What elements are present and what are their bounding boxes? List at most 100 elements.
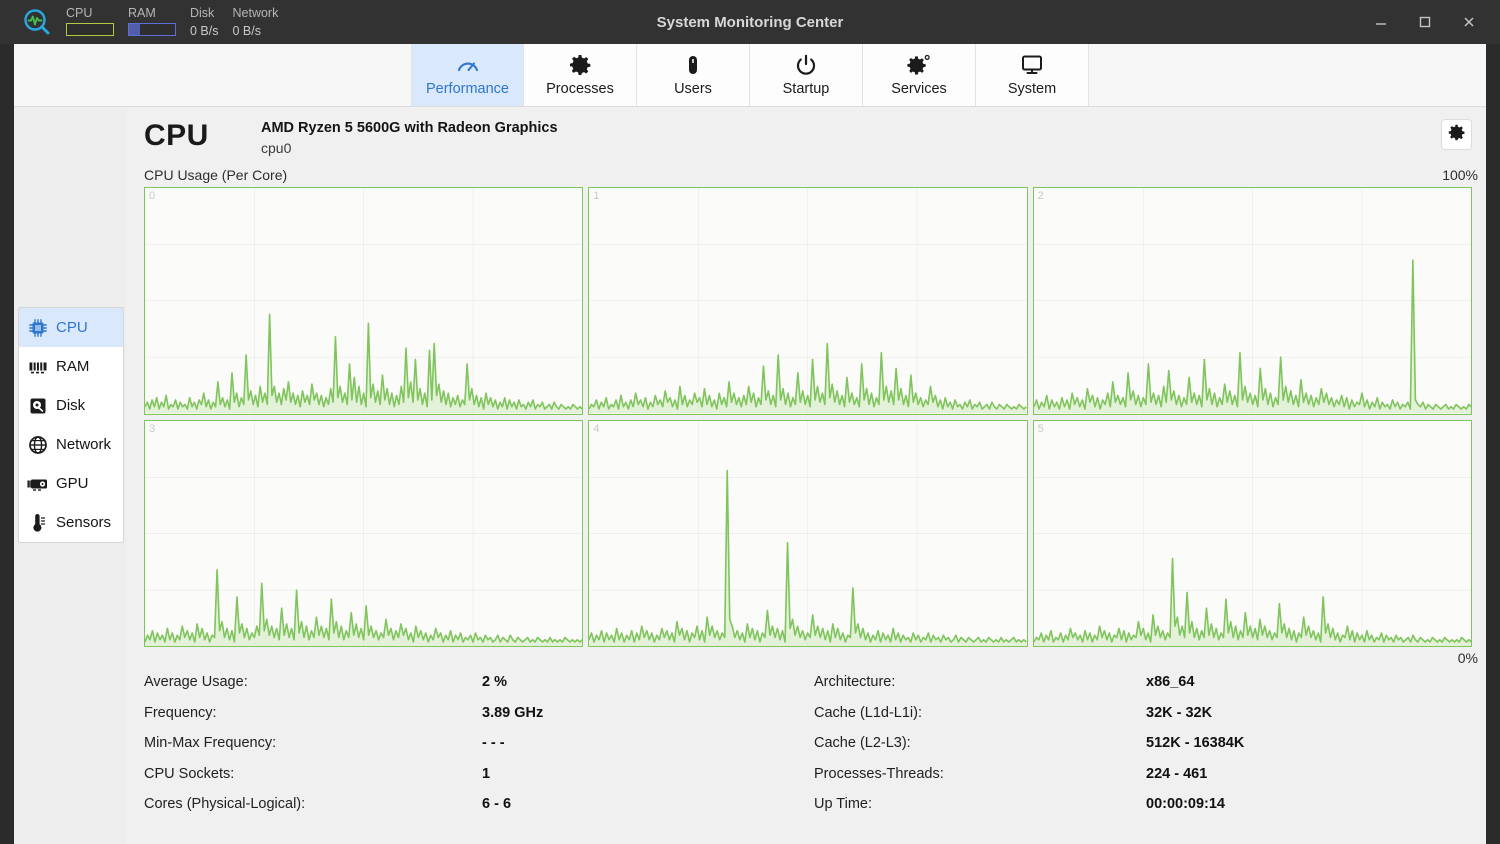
core-usage-plot bbox=[589, 188, 1026, 414]
core-usage-plot bbox=[589, 421, 1026, 647]
stat-key: Frequency: bbox=[144, 705, 482, 721]
sidebar-item-disk[interactable]: Disk bbox=[19, 386, 123, 425]
core-chart-2: 2 bbox=[1033, 187, 1472, 415]
stat-key: Processes-Threads: bbox=[814, 766, 1146, 782]
mouse-icon bbox=[682, 54, 704, 77]
core-usage-plot bbox=[1034, 421, 1471, 647]
sidebar-item-ram-label: RAM bbox=[56, 358, 89, 375]
mini-stat-ram-bar bbox=[128, 23, 176, 36]
core-index-label: 4 bbox=[593, 423, 599, 435]
sidebar-item-gpu-label: GPU bbox=[56, 475, 89, 492]
mini-stat-disk-value: 0 B/s bbox=[190, 24, 219, 39]
gear-icon bbox=[1448, 124, 1465, 146]
main-area: CPU RAM bbox=[14, 107, 1486, 844]
globe-icon bbox=[27, 434, 49, 456]
thermometer-icon bbox=[27, 512, 49, 534]
stat-row: Average Usage: 2 % Architecture: x86_64 bbox=[144, 667, 1472, 698]
mini-stat-cpu-bar bbox=[66, 23, 114, 36]
tab-processes-label: Processes bbox=[546, 81, 614, 97]
core-usage-plot bbox=[1034, 188, 1471, 414]
tab-services-label: Services bbox=[891, 81, 947, 97]
stat-row: Cores (Physical-Logical): 6 - 6 Up Time:… bbox=[144, 789, 1472, 820]
stat-key: Architecture: bbox=[814, 674, 1146, 690]
core-index-label: 1 bbox=[593, 190, 599, 202]
window-controls bbox=[1364, 0, 1486, 44]
settings-button[interactable] bbox=[1441, 119, 1472, 150]
minimize-button[interactable] bbox=[1364, 7, 1398, 37]
core-chart-4: 4 bbox=[588, 420, 1027, 648]
tab-system[interactable]: System bbox=[976, 44, 1089, 106]
core-chart-0: 0 bbox=[144, 187, 583, 415]
chart-axis-min-label: 0% bbox=[1458, 650, 1478, 666]
close-button[interactable] bbox=[1452, 7, 1486, 37]
sidebar-item-sensors-label: Sensors bbox=[56, 514, 111, 531]
stat-value: 00:00:09:14 bbox=[1146, 796, 1225, 812]
gpu-card-icon bbox=[27, 473, 49, 495]
tab-system-label: System bbox=[1008, 81, 1056, 97]
tab-startup-label: Startup bbox=[783, 81, 830, 97]
gear-icon bbox=[569, 54, 591, 77]
mini-stat-network: Network 0 B/s bbox=[233, 6, 279, 39]
harddisk-icon bbox=[27, 395, 49, 417]
power-icon bbox=[795, 54, 817, 77]
mini-stat-ram-label: RAM bbox=[128, 6, 176, 21]
monitor-icon bbox=[1020, 54, 1044, 77]
stat-key: Up Time: bbox=[814, 796, 1146, 812]
stat-value: 3.89 GHz bbox=[482, 705, 814, 721]
cpu-model-label: AMD Ryzen 5 5600G with Radeon Graphics bbox=[261, 120, 558, 136]
core-index-label: 5 bbox=[1038, 423, 1044, 435]
tab-performance[interactable]: Performance bbox=[411, 44, 524, 106]
stat-row: Frequency: 3.89 GHz Cache (L1d-L1i): 32K… bbox=[144, 698, 1472, 729]
cpu-device-label: cpu0 bbox=[261, 140, 291, 156]
mini-stat-disk-label: Disk bbox=[190, 6, 219, 21]
sidebar-item-network-label: Network bbox=[56, 436, 111, 453]
core-usage-plot bbox=[145, 188, 582, 414]
stat-value: 6 - 6 bbox=[482, 796, 814, 812]
sidebar-item-ram[interactable]: RAM bbox=[19, 347, 123, 386]
stat-value: 2 % bbox=[482, 674, 814, 690]
sidebar: CPU RAM bbox=[18, 307, 124, 543]
app-window: CPU RAM Disk 0 B/s Network 0 B/s System … bbox=[0, 0, 1500, 844]
core-index-label: 3 bbox=[149, 423, 155, 435]
content-panel: CPU AMD Ryzen 5 5600G with Radeon Graphi… bbox=[126, 107, 1486, 844]
sidebar-item-cpu[interactable]: CPU bbox=[19, 308, 123, 347]
sidebar-item-sensors[interactable]: Sensors bbox=[19, 503, 123, 542]
stat-key: Cores (Physical-Logical): bbox=[144, 796, 482, 812]
tab-performance-label: Performance bbox=[426, 81, 509, 97]
stat-value: 224 - 461 bbox=[1146, 766, 1207, 782]
memory-icon bbox=[27, 356, 49, 378]
stat-row: Min-Max Frequency: - - - Cache (L2-L3): … bbox=[144, 728, 1472, 759]
core-chart-3: 3 bbox=[144, 420, 583, 648]
stat-key: Min-Max Frequency: bbox=[144, 735, 482, 751]
maximize-button[interactable] bbox=[1408, 7, 1442, 37]
core-usage-plot bbox=[145, 421, 582, 647]
titlebar-mini-stats: CPU RAM Disk 0 B/s Network 0 B/s bbox=[66, 6, 292, 39]
titlebar: CPU RAM Disk 0 B/s Network 0 B/s System … bbox=[0, 0, 1500, 44]
mini-stat-disk: Disk 0 B/s bbox=[190, 6, 219, 39]
stat-value: 1 bbox=[482, 766, 814, 782]
mini-stat-cpu: CPU bbox=[66, 6, 114, 36]
core-chart-1: 1 bbox=[588, 187, 1027, 415]
window-body: Performance Processes bbox=[14, 44, 1486, 844]
stat-value: 32K - 32K bbox=[1146, 705, 1212, 721]
mini-stat-network-label: Network bbox=[233, 6, 279, 21]
stat-row: CPU Sockets: 1 Processes-Threads: 224 - … bbox=[144, 759, 1472, 790]
tab-users[interactable]: Users bbox=[637, 44, 750, 106]
cpu-stats-table: Average Usage: 2 % Architecture: x86_64 … bbox=[144, 667, 1472, 820]
stat-key: Average Usage: bbox=[144, 674, 482, 690]
stat-key: CPU Sockets: bbox=[144, 766, 482, 782]
gear-dot-icon bbox=[907, 54, 931, 77]
cpu-core-chart-grid: 0 1 2 3 4 5 bbox=[144, 187, 1472, 647]
speedometer-icon bbox=[456, 54, 480, 77]
content-header: CPU AMD Ryzen 5 5600G with Radeon Graphi… bbox=[126, 107, 1486, 165]
tab-processes[interactable]: Processes bbox=[524, 44, 637, 106]
sidebar-item-network[interactable]: Network bbox=[19, 425, 123, 464]
tab-startup[interactable]: Startup bbox=[750, 44, 863, 106]
sidebar-item-gpu[interactable]: GPU bbox=[19, 464, 123, 503]
tab-users-label: Users bbox=[674, 81, 712, 97]
sidebar-item-disk-label: Disk bbox=[56, 397, 85, 414]
core-index-label: 0 bbox=[149, 190, 155, 202]
tab-services[interactable]: Services bbox=[863, 44, 976, 106]
stat-value: - - - bbox=[482, 735, 814, 751]
chip-icon bbox=[27, 317, 49, 339]
